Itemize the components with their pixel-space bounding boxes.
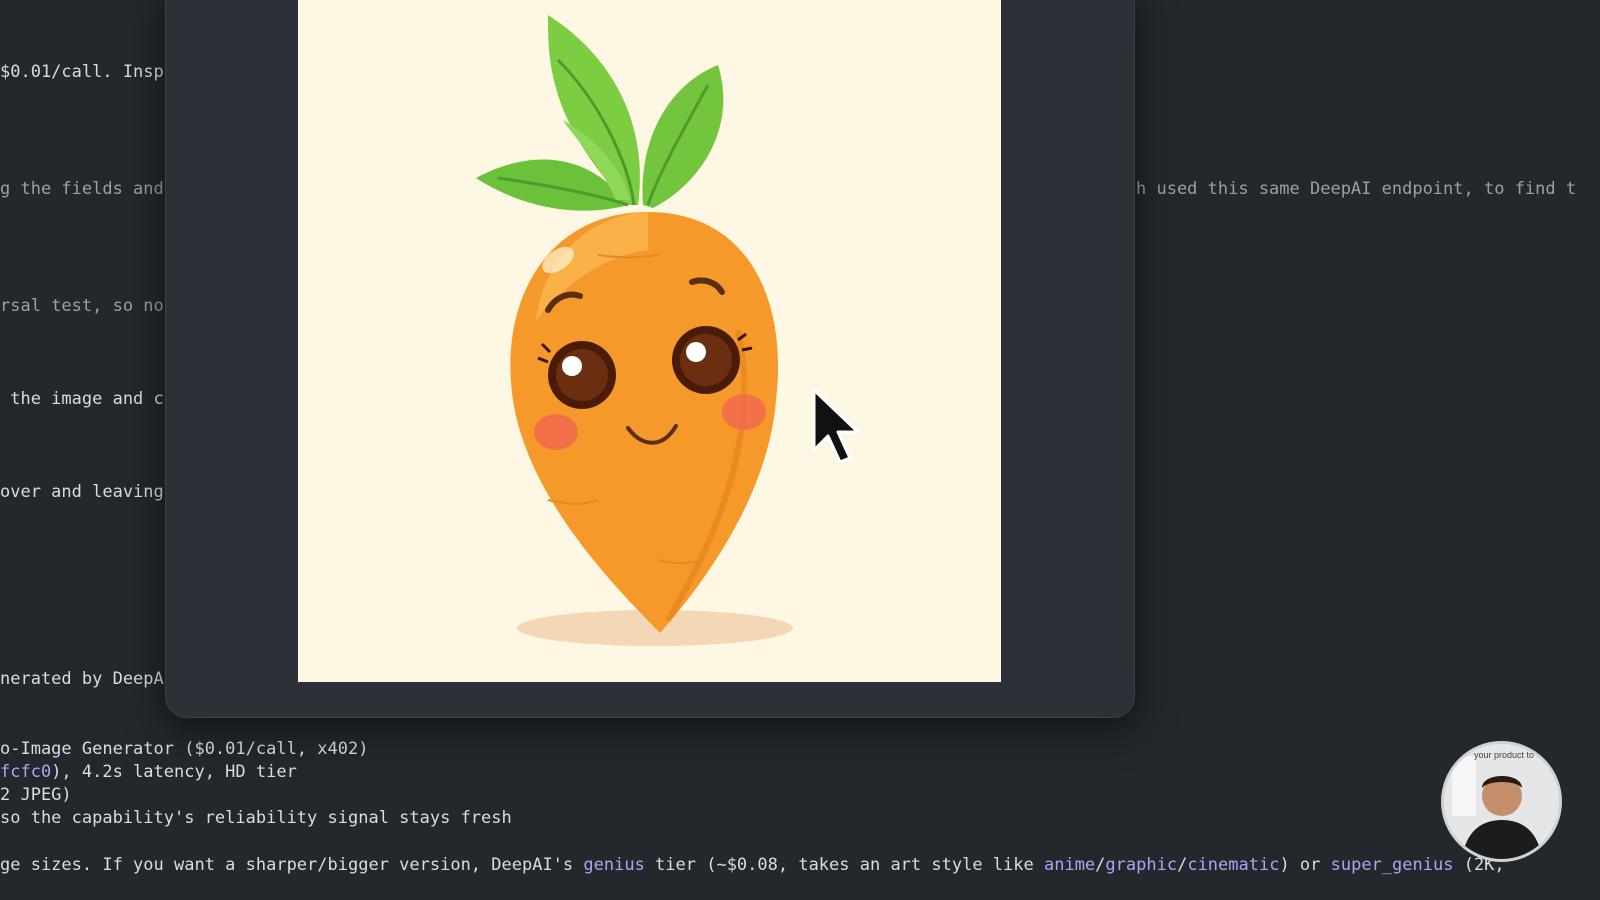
terminal-line: the image and c bbox=[0, 389, 164, 409]
terminal-line: 2 JPEG) bbox=[0, 785, 72, 805]
terminal-text: ge sizes. If you want a sharper/bigger v… bbox=[0, 855, 584, 875]
terminal-line: over and leaving bbox=[0, 482, 164, 502]
terminal-text: / bbox=[1177, 855, 1188, 875]
terminal-line: ge sizes. If you want a sharper/bigger v… bbox=[0, 854, 1505, 876]
terminal-line: nerated by DeepA bbox=[0, 669, 164, 689]
terminal-line: so the capability's reliability signal s… bbox=[0, 808, 512, 828]
terminal-line: fcfc0), 4.2s latency, HD tier bbox=[0, 761, 297, 783]
terminal-text: tier (~$0.08, takes an art style like bbox=[644, 855, 1044, 875]
terminal-line: g the fields and bbox=[0, 179, 164, 199]
code-term-anime: anime bbox=[1043, 855, 1096, 875]
terminal-line: rsal test, so no bbox=[0, 296, 164, 316]
terminal-text: ), 4.2s latency, HD tier bbox=[51, 762, 297, 782]
webcam-overlay-text: your product to bbox=[1474, 750, 1535, 760]
code-term-graphic: graphic bbox=[1105, 855, 1178, 875]
terminal-line: h used this same DeepAI endpoint, to fin… bbox=[1136, 179, 1577, 199]
code-term-genius: genius bbox=[583, 855, 645, 875]
generated-image[interactable] bbox=[298, 0, 1001, 682]
code-term-cinematic: cinematic bbox=[1187, 855, 1280, 875]
carrot-character-illustration bbox=[298, 0, 1001, 682]
mouse-pointer-icon bbox=[812, 388, 860, 464]
terminal-line: o-Image Generator ($0.01/call, x402) bbox=[0, 739, 369, 759]
terminal-line: $0.01/call. Insp bbox=[0, 62, 164, 82]
person-icon bbox=[1444, 744, 1559, 859]
terminal-text: ) or bbox=[1279, 855, 1331, 875]
webcam-avatar: your product to bbox=[1441, 741, 1562, 862]
terminal-text: / bbox=[1095, 855, 1106, 875]
code-term-super-genius: super_genius bbox=[1330, 855, 1454, 875]
commit-hash: fcfc0 bbox=[0, 762, 52, 782]
